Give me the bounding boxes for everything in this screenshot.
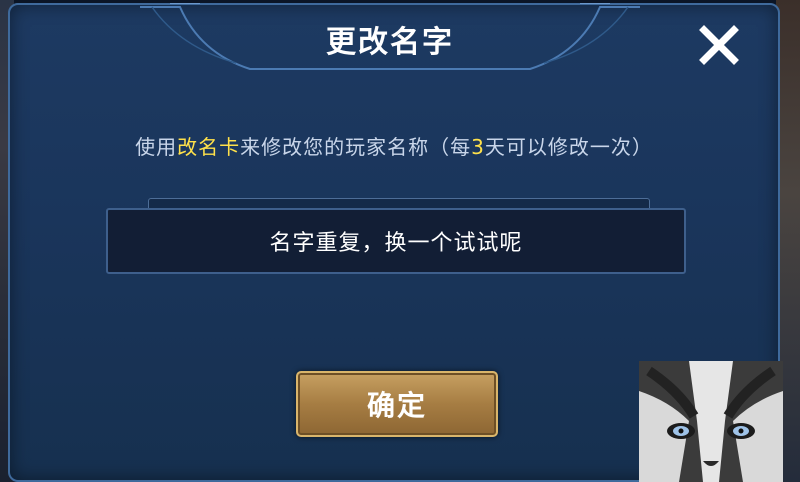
desc-part2: 来修改您的玩家名称（每	[240, 135, 472, 159]
close-button[interactable]	[691, 19, 747, 71]
rename-card-name: 改名卡	[177, 135, 241, 159]
dialog-title: 更改名字	[326, 25, 454, 60]
title-frame: 更改名字	[140, 3, 640, 75]
confirm-button[interactable]: 确定	[296, 371, 498, 437]
rename-days: 3	[471, 135, 485, 159]
husky-face-image	[639, 361, 783, 482]
desc-part3: 天可以修改一次）	[484, 135, 653, 159]
confirm-button-label: 确定	[366, 389, 427, 422]
rename-description: 使用改名卡来修改您的玩家名称（每3天可以修改一次）	[10, 131, 778, 160]
close-icon	[699, 25, 739, 65]
desc-part1: 使用	[135, 135, 178, 159]
toast-message: 名字重复，换一个试试呢	[269, 231, 523, 256]
husky-face-drawing	[639, 361, 783, 482]
duplicate-name-toast: 名字重复，换一个试试呢	[106, 208, 686, 274]
